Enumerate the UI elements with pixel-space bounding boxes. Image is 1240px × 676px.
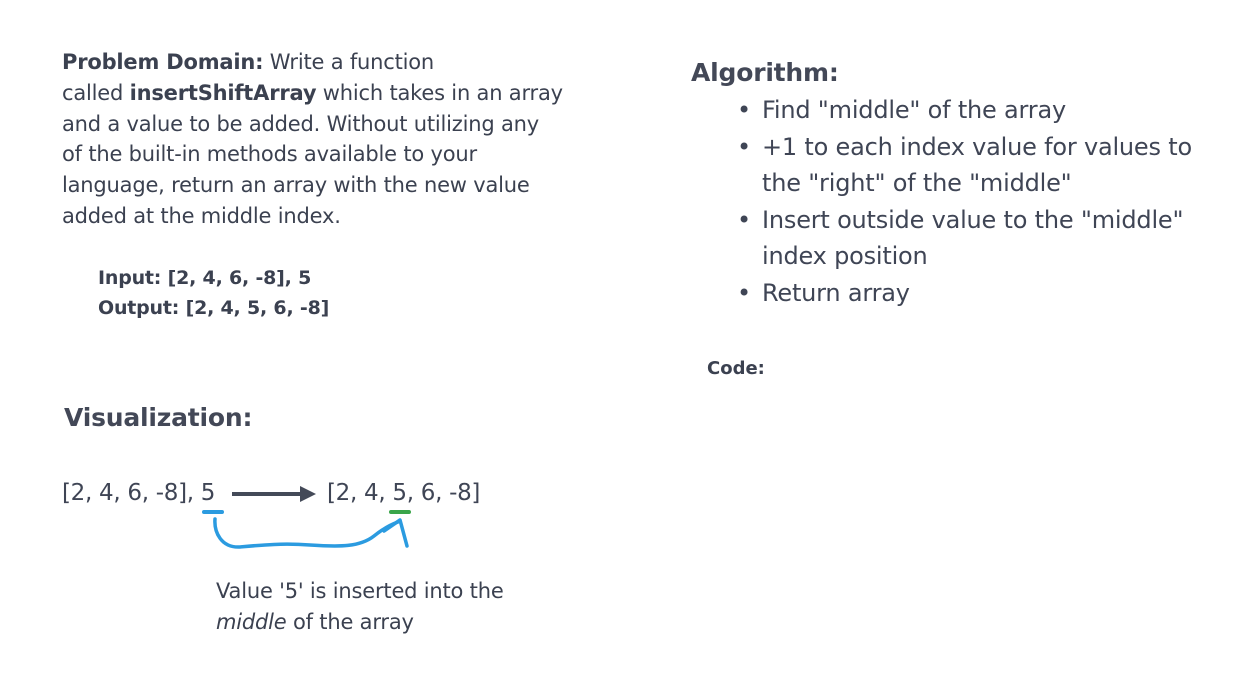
algorithm-step: • Find "middle" of the array — [737, 92, 1207, 129]
algorithm-step-text: Return array — [762, 278, 910, 307]
caption-line-1: Value '5' is inserted into the — [216, 579, 504, 603]
caption-line-2: middle of the array — [216, 607, 504, 638]
caption-emphasis: middle — [216, 610, 287, 634]
algorithm-step: • Insert outside value to the "middle" in… — [737, 202, 1207, 275]
bullet-icon: • — [737, 132, 751, 161]
algorithm-step: • Return array — [737, 275, 1207, 312]
algorithm-step-text: Find "middle" of the array — [762, 96, 1066, 124]
algorithm-step: • +1 to each index value for values to th… — [737, 129, 1207, 202]
algorithm-title: Algorithm: — [691, 58, 839, 87]
visualization-caption: Value '5' is inserted into the middle of… — [216, 576, 504, 638]
bullet-icon: • — [737, 205, 751, 234]
algorithm-steps: • Find "middle" of the array • +1 to each … — [737, 92, 1207, 311]
transform-arrow-head — [300, 486, 316, 502]
bullet-icon: • — [737, 96, 751, 124]
insertion-curve — [213, 517, 400, 549]
caption-rest: of the array — [286, 610, 414, 634]
algorithm-step-text: Insert outside value to the "middle" ind… — [762, 205, 1184, 271]
bullet-icon: • — [737, 278, 751, 307]
code-label: Code: — [707, 358, 765, 379]
algorithm-step-text: +1 to each index value for values to the… — [762, 132, 1192, 198]
insertion-arrow-head — [382, 518, 409, 548]
